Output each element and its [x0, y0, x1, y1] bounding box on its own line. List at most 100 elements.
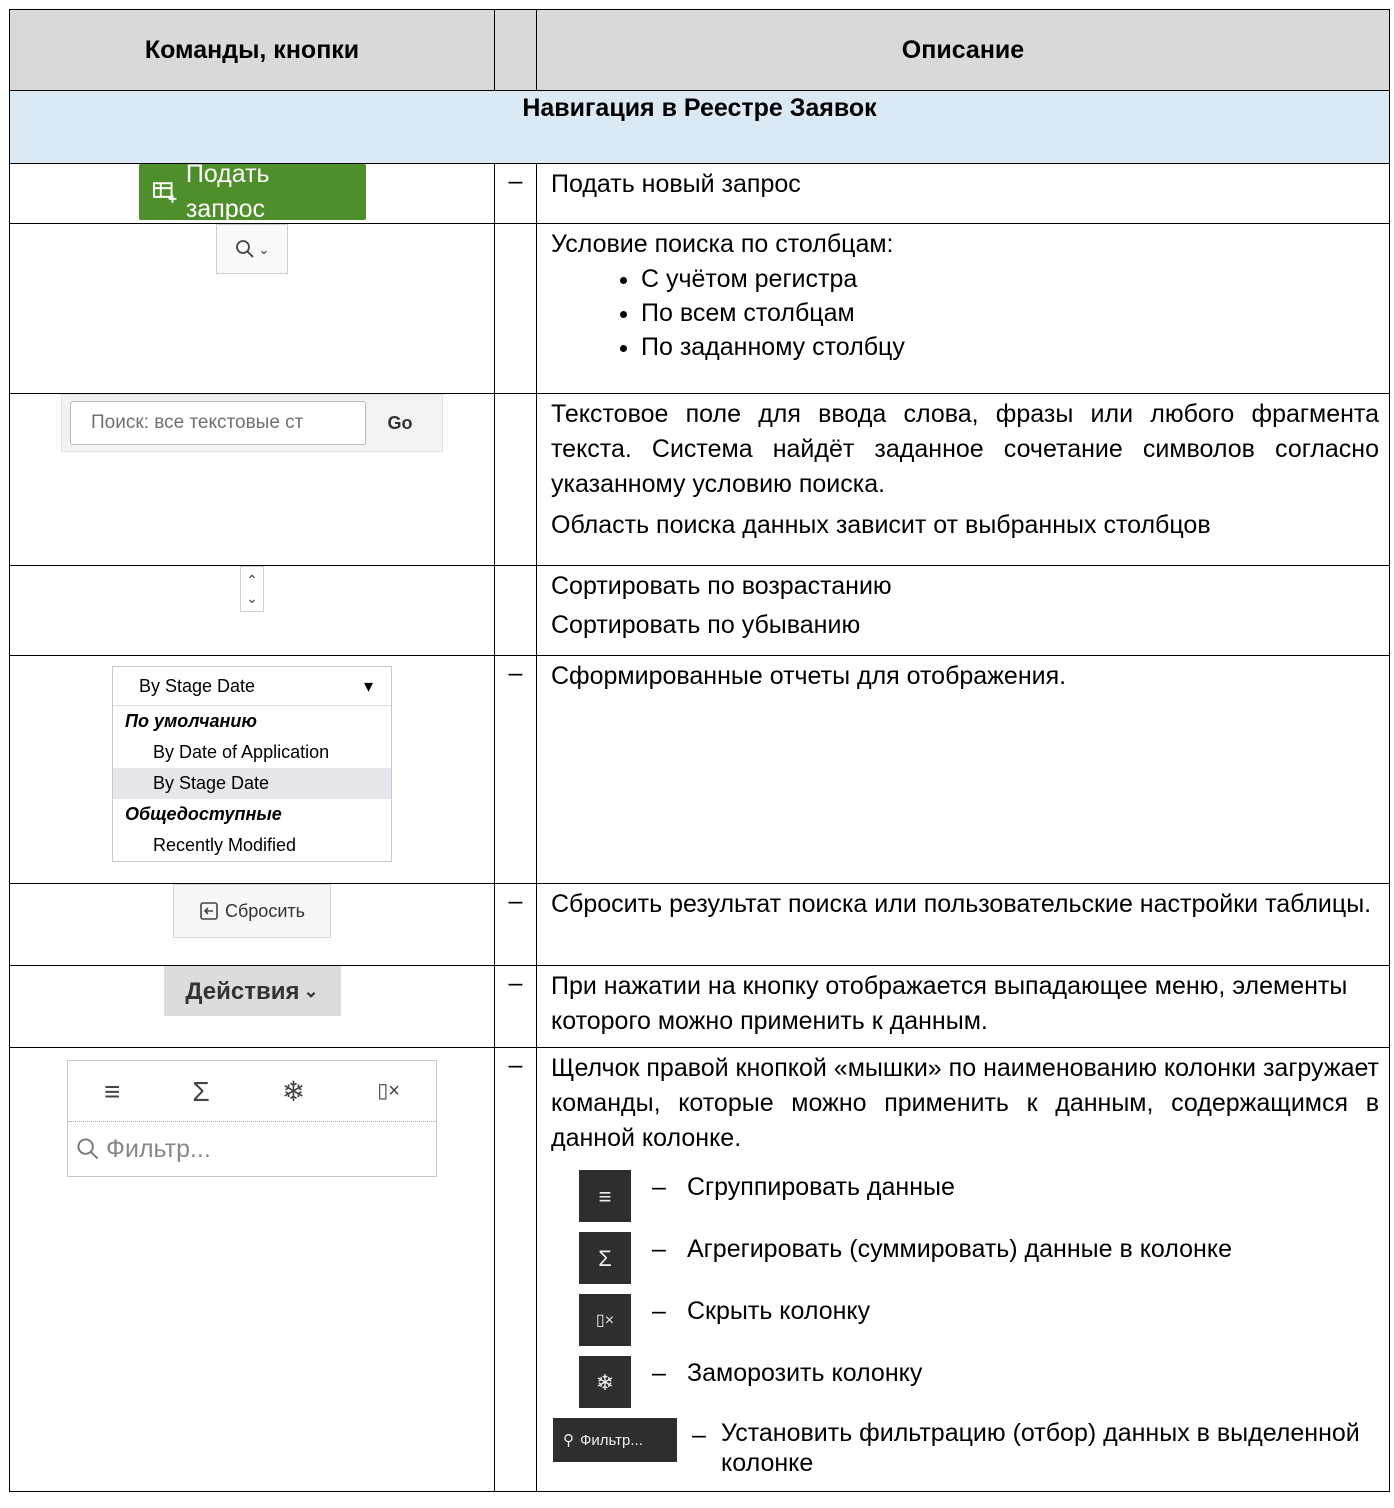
reset-button[interactable]: Сбросить — [173, 884, 331, 938]
dash: – — [494, 883, 537, 966]
sort-descending-icon[interactable]: ⌄ — [246, 589, 258, 607]
dash-empty — [494, 223, 537, 394]
reset-label: Сбросить — [224, 900, 305, 921]
desc-reports: Сформированные отчеты для отображения. — [536, 655, 1390, 884]
cell-reset-ui: Сбросить — [9, 883, 495, 966]
list-item: ❄ – Заморозить колонку — [551, 1356, 1379, 1408]
snowflake-icon: ❄ — [579, 1356, 631, 1408]
search-field-text: Текстовое поле для ввода слова, фразы ил… — [551, 400, 1379, 498]
dropdown-option[interactable]: Recently Modified — [113, 830, 391, 861]
cell-search-condition-ui: ⌄ — [9, 223, 495, 394]
desc-search-field: Текстовое поле для ввода слова, фразы ил… — [536, 393, 1390, 566]
item-text: Агрегировать (суммировать) данные в коло… — [687, 1235, 1232, 1263]
commands-table: Команды, кнопки Описание Навигация в Рее… — [9, 9, 1390, 1492]
item-text: Установить фильтрацию (отбор) данных в в… — [721, 1419, 1360, 1477]
item-text: Заморозить колонку — [687, 1359, 923, 1387]
search-area-text: Область поиска данных зависит от выбранн… — [551, 511, 1211, 539]
section-title: Навигация в Реестре Заявок — [9, 90, 1390, 164]
cell-actions-ui: Действия ⌄ — [9, 965, 495, 1048]
chevron-down-icon: ⌄ — [303, 980, 319, 1001]
sort-desc-text: Сортировать по убыванию — [551, 611, 861, 639]
row-search-condition: ⌄ Условие поиска по столбцам: С учётом р… — [9, 223, 1390, 394]
row-sort: ⌃ ⌄ Сортировать по возрастанию Сортирова… — [9, 565, 1390, 656]
section-row: Навигация в Реестре Заявок — [9, 90, 1390, 164]
search-icon — [235, 240, 254, 258]
item-text: Сгруппировать данные — [687, 1173, 955, 1201]
dash-empty — [494, 393, 537, 566]
search-input[interactable]: Поиск: все текстовые ст — [70, 401, 366, 445]
snowflake-icon[interactable]: ❄ — [282, 1074, 305, 1109]
row-search-field: Поиск: все текстовые ст Go Текстовое пол… — [9, 393, 1390, 566]
reports-dropdown: By Stage Date ▾ По умолчанию By Date of … — [112, 666, 392, 862]
dash-empty — [494, 565, 537, 656]
search-options-button[interactable]: ⌄ — [216, 224, 288, 274]
list-item: По всем столбцам — [641, 296, 1379, 330]
dash: – — [652, 1235, 666, 1263]
list-item: ▯× – Скрыть колонку — [551, 1294, 1379, 1346]
actions-label: Действия — [185, 977, 300, 1005]
column-menu: ≡ Σ ❄ ▯× Фильтр... — [67, 1060, 437, 1177]
desc-reset: Сбросить результат поиска или пользовате… — [536, 883, 1390, 966]
desc-sort: Сортировать по возрастанию Сортировать п… — [536, 565, 1390, 656]
go-button[interactable]: Go — [366, 406, 434, 441]
submit-request-button[interactable]: Подать запрос — [138, 160, 366, 223]
dropdown-group-default: По умолчанию — [125, 711, 257, 731]
header-row: Команды, кнопки Описание — [9, 9, 1390, 91]
row-reset: Сбросить – Сбросить результат поиска или… — [9, 883, 1390, 966]
cell-reports-ui: By Stage Date ▾ По умолчанию By Date of … — [9, 655, 495, 884]
dash: – — [652, 1297, 666, 1325]
submit-request-label: Подать запрос — [185, 160, 270, 223]
table-add-icon — [152, 182, 176, 203]
sort-ascending-icon[interactable]: ⌃ — [246, 571, 258, 589]
list-item: ≡ – Сгруппировать данные — [551, 1170, 1379, 1222]
dash: – — [494, 163, 537, 224]
column-menu-text: Щелчок правой кнопкой «мышки» по наимено… — [551, 1054, 1379, 1152]
column-menu-toolbar: ≡ Σ ❄ ▯× — [68, 1061, 436, 1122]
actions-button[interactable]: Действия ⌄ — [163, 966, 341, 1016]
dash: – — [652, 1359, 666, 1387]
hide-column-icon[interactable]: ▯× — [377, 1074, 400, 1109]
search-condition-list: С учётом регистра По всем столбцам По за… — [551, 262, 1379, 364]
dash: – — [494, 1047, 537, 1492]
sort-asc-text: Сортировать по возрастанию — [551, 572, 892, 600]
desc-search-condition: Условие поиска по столбцам: С учётом рег… — [536, 223, 1390, 394]
sort-control: ⌃ ⌄ — [240, 566, 264, 612]
cell-search-field-ui: Поиск: все текстовые ст Go — [9, 393, 495, 566]
filter-input[interactable]: Фильтр... — [106, 1132, 211, 1167]
row-actions: Действия ⌄ – При нажатии на кнопку отобр… — [9, 965, 1390, 1048]
group-icon[interactable]: ≡ — [104, 1074, 120, 1109]
dash: – — [494, 965, 537, 1048]
column-filter[interactable]: Фильтр... — [68, 1122, 436, 1176]
chevron-down-icon: ⌄ — [258, 241, 270, 257]
reports-select[interactable]: By Stage Date ▾ — [113, 667, 391, 706]
header-commands: Команды, кнопки — [9, 9, 495, 91]
cell-submit-ui: Подать запрос — [9, 160, 495, 224]
group-icon: ≡ — [579, 1170, 631, 1222]
row-reports: By Stage Date ▾ По умолчанию By Date of … — [9, 655, 1390, 884]
search-bar: Поиск: все текстовые ст Go — [61, 394, 443, 452]
dash: – — [494, 655, 537, 884]
reset-icon — [200, 902, 218, 920]
dropdown-option[interactable]: By Date of Application — [113, 737, 391, 768]
item-text: Скрыть колонку — [687, 1297, 871, 1325]
row-submit: Подать запрос – Подать новый запрос — [9, 160, 1390, 224]
header-dash — [494, 9, 537, 91]
search-condition-text: Условие поиска по столбцам: — [551, 230, 894, 258]
list-item: С учётом регистра — [641, 262, 1379, 296]
desc-submit: Подать новый запрос — [536, 163, 1390, 224]
dropdown-group-public: Общедоступные — [125, 804, 282, 824]
list-item: Σ – Агрегировать (суммировать) данные в … — [551, 1232, 1379, 1284]
reports-selected: By Stage Date — [139, 676, 256, 696]
cell-sort-ui: ⌃ ⌄ — [9, 565, 495, 656]
desc-column-menu: Щелчок правой кнопкой «мышки» по наимено… — [536, 1047, 1390, 1492]
sigma-icon: Σ — [579, 1232, 631, 1284]
dash: – — [692, 1421, 706, 1449]
desc-actions: При нажатии на кнопку отображается выпад… — [536, 965, 1390, 1048]
dash: – — [652, 1173, 666, 1201]
hide-column-icon: ▯× — [579, 1294, 631, 1346]
search-icon — [77, 1138, 99, 1160]
filter-icon-label: Фильтр... — [580, 1431, 643, 1449]
sigma-icon[interactable]: Σ — [192, 1074, 209, 1109]
dropdown-option-selected[interactable]: By Stage Date — [113, 768, 391, 799]
header-description: Описание — [536, 9, 1390, 91]
